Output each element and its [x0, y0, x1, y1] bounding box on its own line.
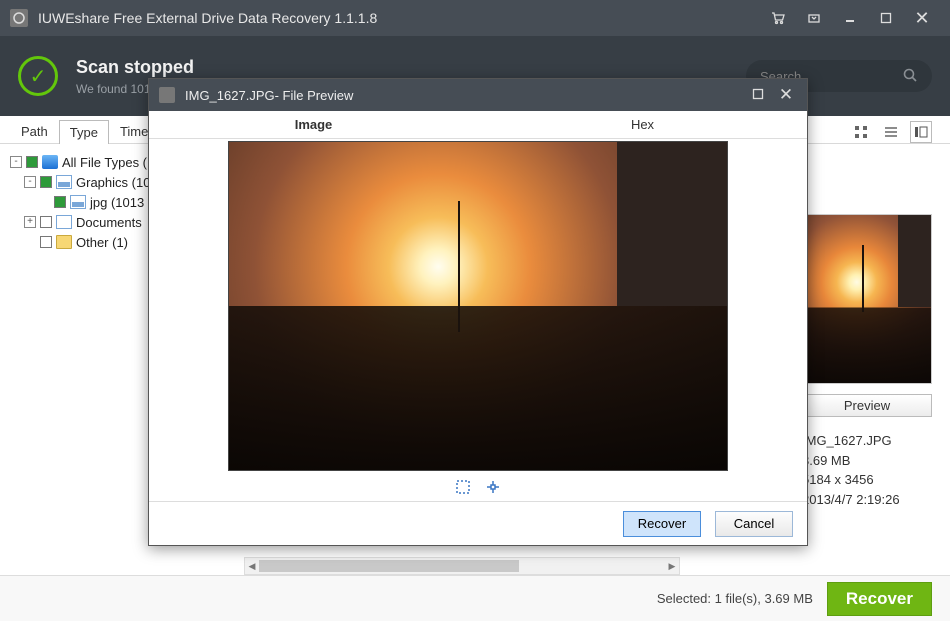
app-logo-icon: [10, 9, 28, 27]
expand-icon[interactable]: +: [24, 216, 36, 228]
detail-dimensions: 5184 x 3456: [802, 470, 932, 490]
dialog-title: IMG_1627.JPG- File Preview: [185, 88, 353, 103]
checkbox[interactable]: [40, 216, 52, 228]
view-grid-icon[interactable]: [850, 121, 872, 143]
preview-button[interactable]: Preview: [802, 394, 932, 417]
collapse-icon[interactable]: -: [10, 156, 22, 168]
tree-documents-label: Documents: [76, 215, 142, 230]
checkbox[interactable]: [40, 236, 52, 248]
detail-panel: Preview IMG_1627.JPG 3.69 MB 5184 x 3456…: [802, 214, 932, 509]
tree-jpg-label: jpg (1013: [90, 195, 144, 210]
checkbox[interactable]: [54, 196, 66, 208]
recover-button[interactable]: Recover: [827, 582, 932, 616]
tab-path[interactable]: Path: [10, 119, 59, 143]
dialog-logo-icon: [159, 87, 175, 103]
preview-image: [228, 141, 728, 471]
app-titlebar: IUWEshare Free External Drive Data Recov…: [0, 0, 950, 36]
dialog-tabs: Image Hex: [149, 111, 807, 139]
close-icon[interactable]: ✕: [910, 6, 934, 30]
app-title: IUWEshare Free External Drive Data Recov…: [38, 10, 377, 26]
scroll-left-icon[interactable]: ◀: [245, 558, 259, 574]
detail-filename: IMG_1627.JPG: [802, 431, 932, 451]
checkbox[interactable]: [40, 176, 52, 188]
document-icon: [56, 215, 72, 229]
fit-to-window-icon[interactable]: [455, 479, 471, 499]
tree-other-label: Other (1): [76, 235, 128, 250]
dialog-tab-image[interactable]: Image: [149, 112, 478, 137]
jpg-icon: [70, 195, 86, 209]
footer-bar: Selected: 1 file(s), 3.69 MB Recover: [0, 575, 950, 621]
maximize-icon[interactable]: [874, 6, 898, 30]
scroll-right-icon[interactable]: ▶: [665, 558, 679, 574]
minimize-icon[interactable]: [838, 6, 862, 30]
dialog-cancel-button[interactable]: Cancel: [715, 511, 793, 537]
tree-root-label: All File Types (10: [62, 155, 161, 170]
tab-type[interactable]: Type: [59, 120, 109, 144]
scan-status-title: Scan stopped: [76, 57, 194, 78]
cart-icon[interactable]: [766, 6, 790, 30]
dialog-maximize-icon[interactable]: [747, 87, 769, 104]
graphics-icon: [56, 175, 72, 189]
selection-summary: Selected: 1 file(s), 3.69 MB: [657, 591, 813, 606]
view-list-icon[interactable]: [880, 121, 902, 143]
all-types-icon: [42, 155, 58, 169]
view-detail-icon[interactable]: [910, 121, 932, 143]
dialog-recover-button[interactable]: Recover: [623, 511, 701, 537]
check-circle-icon: ✓: [18, 56, 58, 96]
detail-thumbnail: [802, 214, 932, 384]
window-tray-icon[interactable]: [802, 6, 826, 30]
detail-timestamp: 2013/4/7 2:19:26: [802, 490, 932, 510]
actual-size-icon[interactable]: [485, 479, 501, 499]
horizontal-scrollbar[interactable]: ◀ ▶: [244, 557, 680, 575]
collapse-icon[interactable]: -: [24, 176, 36, 188]
detail-size: 3.69 MB: [802, 451, 932, 471]
file-preview-dialog: IMG_1627.JPG- File Preview ✕ Image Hex R…: [148, 78, 808, 546]
dialog-footer: Recover Cancel: [149, 501, 807, 545]
scroll-thumb[interactable]: [259, 560, 519, 572]
tree-graphics-label: Graphics (10: [76, 175, 150, 190]
dialog-close-icon[interactable]: ✕: [775, 85, 797, 105]
search-icon: [902, 67, 918, 86]
dialog-tab-hex[interactable]: Hex: [478, 112, 807, 137]
checkbox[interactable]: [26, 156, 38, 168]
dialog-body: [149, 139, 807, 501]
folder-icon: [56, 235, 72, 249]
dialog-titlebar[interactable]: IMG_1627.JPG- File Preview ✕: [149, 79, 807, 111]
